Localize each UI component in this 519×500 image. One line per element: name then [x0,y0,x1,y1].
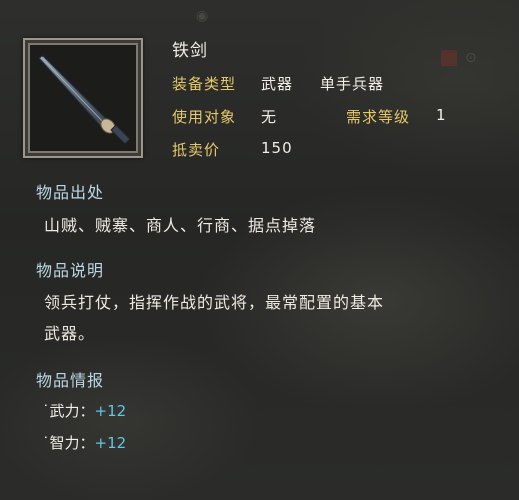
level-requirement-value: 1 [436,106,447,124]
item-tooltip-panel: ⊙ ◉ 铁剑 装备类型 武器 单手兵器 使用对象 无 需求等级 1 抵卖价 15… [0,0,519,500]
price-value: 150 [261,139,293,157]
equip-type-value: 武器 [261,75,294,93]
map-marker-icon [441,50,457,66]
stat-row-force: ˙武力：+12 [42,400,126,421]
source-section-title: 物品出处 [36,183,105,202]
description-line-2: 武器。 [44,324,96,343]
stat-value: +12 [94,402,127,420]
price-label: 抵卖价 [172,141,221,159]
map-decoration-icon: ⊙ [465,50,477,66]
level-requirement-label: 需求等级 [346,108,411,126]
description-line-1: 领兵打仗，指挥作战的武将，最常配置的基本 [44,293,385,312]
stat-row-intelligence: ˙智力：+12 [42,432,126,453]
stat-value: +12 [94,434,127,452]
source-text: 山贼、贼寨、商人、行商、据点掉落 [44,216,317,235]
target-label: 使用对象 [172,108,237,126]
target-value: 无 [261,108,278,126]
intel-section-title: 物品情报 [36,371,105,390]
iron-sword-icon [38,55,131,145]
equip-subtype-value: 单手兵器 [320,75,385,93]
item-name: 铁剑 [172,41,208,61]
item-icon-frame [23,38,143,158]
map-decoration-icon: ◉ [196,8,209,24]
stat-label: ˙武力： [42,402,95,420]
description-section-title: 物品说明 [36,261,105,280]
stat-label: ˙智力： [42,434,95,452]
equip-type-label: 装备类型 [172,75,237,93]
